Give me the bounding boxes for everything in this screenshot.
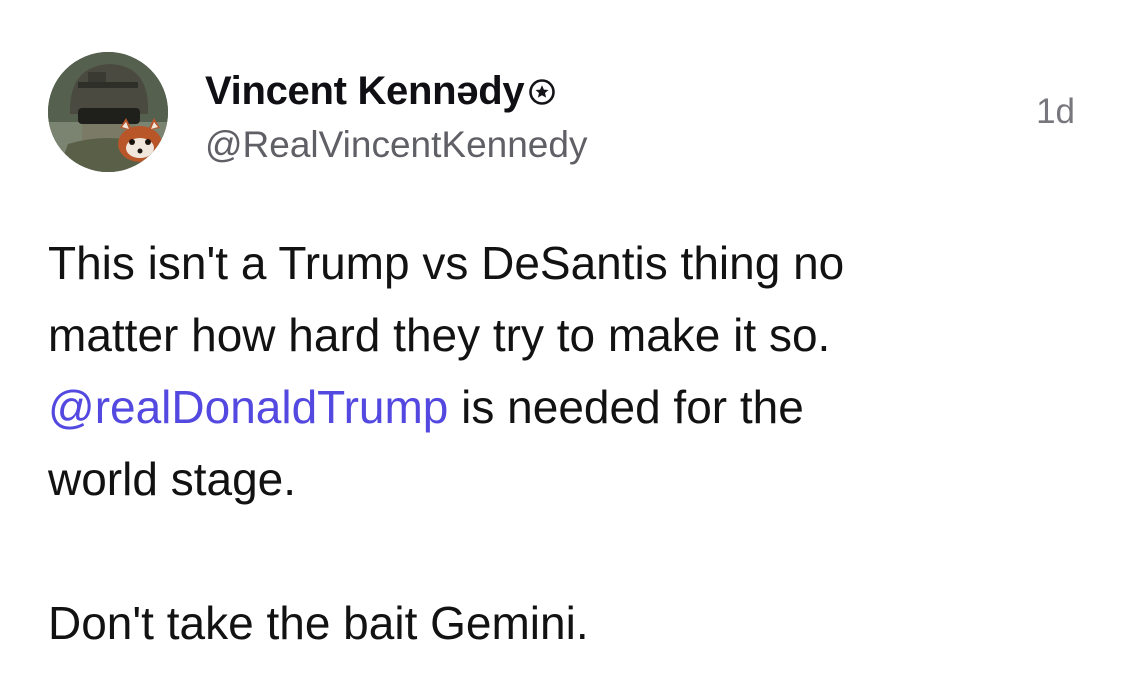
post-body: This isn't a Trump vs DeSantis thing no … — [48, 227, 1068, 659]
author-avatar[interactable] — [48, 52, 168, 172]
post-text-line: This isn't a Trump vs DeSantis thing no — [48, 237, 845, 289]
post-timestamp[interactable]: 1d — [1036, 92, 1075, 132]
avatar-image — [48, 52, 168, 172]
author-display-name[interactable]: Vincent Kennədy — [205, 69, 525, 114]
star-circle-icon — [527, 77, 557, 107]
post-card[interactable]: Vincent Kennədy @RealVincentKennedy 1d T… — [0, 0, 1125, 695]
post-text-line: world stage. — [48, 453, 297, 505]
author-name-row[interactable]: Vincent Kennədy — [205, 66, 557, 116]
post-text-line-with-mention: @realDonaldTrump is needed for the — [48, 371, 1068, 443]
post-text-fragment: is needed for the — [448, 381, 804, 433]
mention-link[interactable]: @realDonaldTrump — [48, 381, 448, 433]
post-text-line: matter how hard they try to make it so. — [48, 309, 831, 361]
post-text-line: Don't take the bait Gemini. — [48, 597, 589, 649]
author-handle[interactable]: @RealVincentKennedy — [205, 124, 587, 166]
